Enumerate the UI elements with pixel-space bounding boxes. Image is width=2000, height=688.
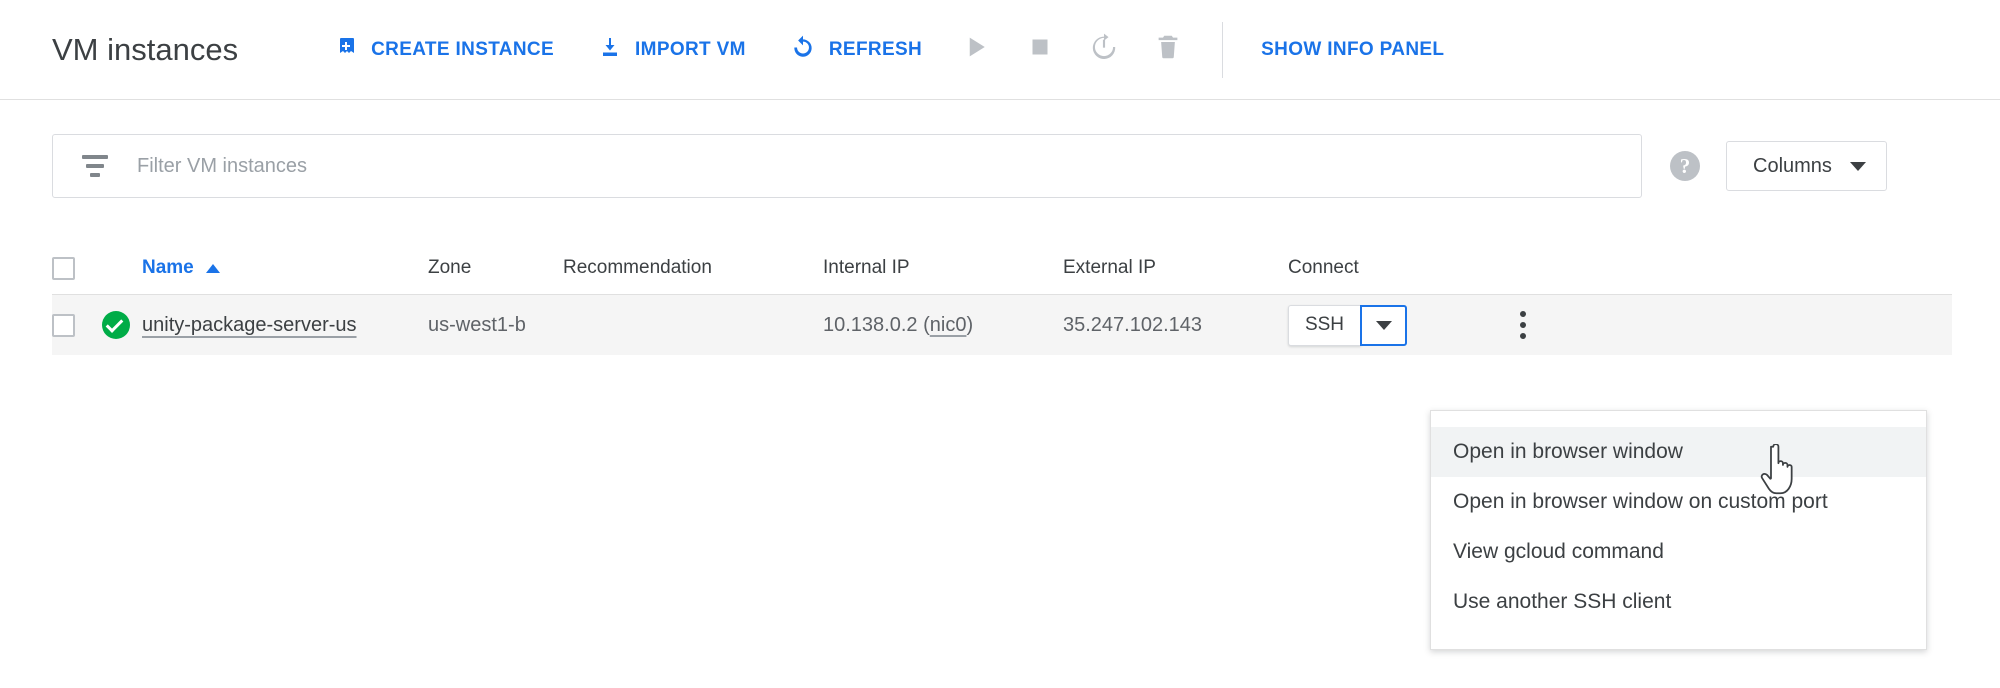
select-all-cell [52,256,102,280]
columns-button[interactable]: Columns [1726,141,1887,191]
toolbar-actions: CREATE INSTANCE IMPORT VM REFRESH SHOW I… [312,0,1448,99]
row-connect-cell: SSH [1288,304,1488,346]
menu-item-view-gcloud-command[interactable]: View gcloud command [1431,527,1926,577]
filter-lines-icon [81,155,109,177]
import-vm-label: IMPORT VM [635,38,746,60]
page-title: VM instances [52,31,239,67]
row-name-cell: unity-package-server-us [142,314,428,337]
column-header-connect: Connect [1288,257,1359,278]
column-header-name[interactable]: Name [142,257,428,279]
filter-row: ? Columns [0,134,2000,198]
help-question-icon[interactable]: ? [1670,151,1700,181]
chevron-down-icon [1849,161,1866,171]
top-toolbar: VM instances CREATE INSTANCE IMPORT VM R… [0,0,2000,100]
row-checkbox[interactable] [52,313,75,337]
ssh-dropdown-menu: Open in browser window Open in browser w… [1430,410,1927,650]
refresh-button[interactable]: REFRESH [768,26,944,74]
internal-ip-nic-link[interactable]: nic0 [930,314,967,336]
column-header-name-label: Name [142,257,194,278]
row-internal-ip-cell: 10.138.0.2 (nic0) [823,313,974,336]
reset-power-icon [1088,31,1120,68]
create-instance-button[interactable]: CREATE INSTANCE [312,27,576,73]
column-header-zone[interactable]: Zone [428,257,563,279]
select-all-checkbox[interactable] [52,256,75,280]
menu-item-open-in-browser-window[interactable]: Open in browser window [1431,427,1926,477]
row-external-ip-cell: 35.247.102.143 [1063,313,1203,336]
internal-ip-value: 10.138.0.2 [823,313,918,336]
vm-instances-table: Name Zone Recommendation Internal IP Ext… [52,242,1952,355]
column-header-external-ip[interactable]: External IP [1063,257,1288,279]
ssh-button[interactable]: SSH [1288,304,1361,346]
columns-label: Columns [1753,154,1832,177]
add-instance-icon [334,35,358,65]
sort-ascending-icon [205,263,220,273]
toolbar-divider [1222,21,1224,78]
ssh-dropdown-toggle[interactable] [1360,304,1407,346]
instance-name-link[interactable]: unity-package-server-us [142,314,357,336]
reset-button[interactable] [1072,18,1136,82]
row-actions-cell [1488,305,1558,345]
refresh-icon [790,34,816,66]
chevron-down-icon [1375,320,1392,330]
delete-button[interactable] [1136,18,1200,82]
start-play-icon [961,32,991,67]
row-zone-cell: us-west1-b [428,313,526,336]
more-options-kebab-icon[interactable] [1514,305,1532,345]
menu-item-use-another-ssh-client[interactable]: Use another SSH client [1431,577,1926,627]
start-button[interactable] [944,18,1008,82]
filter-box[interactable] [52,134,1642,198]
filter-vm-instances-input[interactable] [135,153,1569,179]
column-header-internal-ip[interactable]: Internal IP [823,257,1063,279]
import-download-icon [598,35,622,65]
refresh-label: REFRESH [828,38,923,60]
column-header-recommendation[interactable]: Recommendation [563,257,823,279]
stop-button[interactable] [1008,18,1072,82]
status-running-check-icon [102,311,130,339]
table-header-row: Name Zone Recommendation Internal IP Ext… [52,242,1952,295]
menu-item-open-in-browser-window-custom-port[interactable]: Open in browser window on custom port [1431,477,1926,527]
show-info-panel-button[interactable]: SHOW INFO PANEL [1257,31,1448,69]
create-instance-label: CREATE INSTANCE [371,38,555,60]
import-vm-button[interactable]: IMPORT VM [576,27,768,73]
delete-trash-icon [1153,32,1183,67]
row-select-cell [52,313,102,337]
table-row[interactable]: unity-package-server-us us-west1-b 10.13… [52,295,1952,355]
ssh-button-group: SSH [1288,304,1407,346]
row-status-cell [102,311,142,339]
stop-square-icon [1025,32,1055,67]
